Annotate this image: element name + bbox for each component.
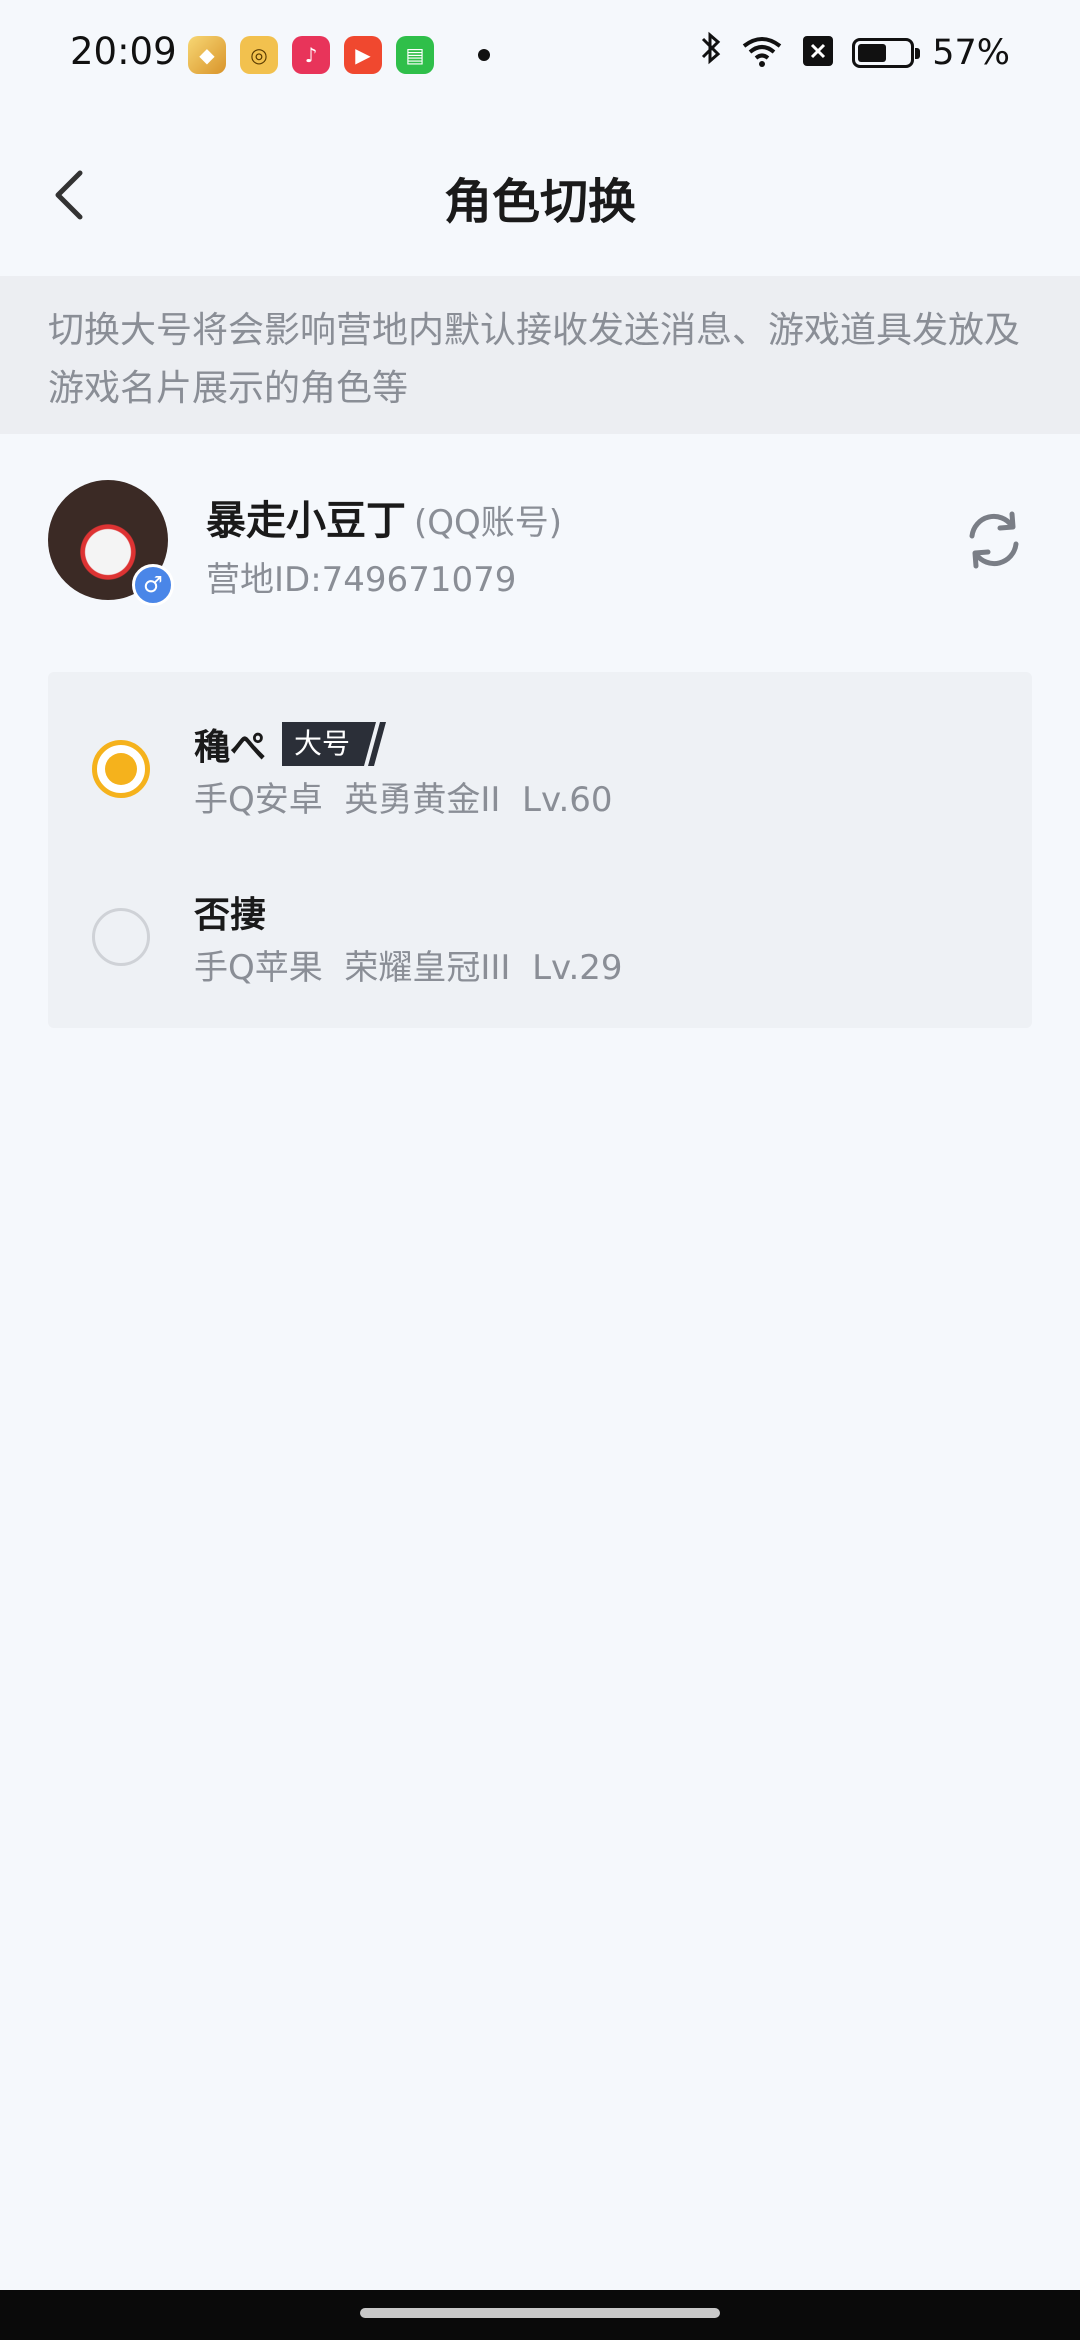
account-type: (QQ账号) <box>414 503 563 543</box>
account-name: 暴走小豆丁 <box>206 498 406 544</box>
more-notifications-dot <box>478 49 490 61</box>
page-title: 角色切换 <box>443 174 636 230</box>
battery-percent: 57% <box>932 32 1010 73</box>
video-app-icon: ▶ <box>344 36 382 74</box>
camp-id: 营地ID:749671079 <box>206 560 517 600</box>
role-name: 穐ぺ <box>194 727 267 768</box>
account-row: ♂ 暴走小豆丁 (QQ账号) 营地ID:749671079 <box>0 470 1080 610</box>
account-name-line: 暴走小豆丁 (QQ账号) <box>206 488 562 546</box>
role-item[interactable]: 否捿 手Q苹果 荣耀皇冠III Lv.29 <box>48 840 1032 1008</box>
status-bar: 20:09 ◆ ◎ ♪ ▶ ▤ 57% <box>0 0 1080 110</box>
refresh-icon <box>969 511 1019 569</box>
role-item[interactable]: 穐ぺ 大号 手Q安卓 英勇黄金II Lv.60 <box>48 672 1032 840</box>
status-time: 20:09 <box>70 30 177 73</box>
bluetooth-icon <box>700 30 722 75</box>
role-name-line: 穐ぺ 大号 <box>194 718 388 770</box>
role-name: 否捿 <box>194 895 267 936</box>
role-info: 手Q苹果 荣耀皇冠III Lv.29 <box>194 948 623 988</box>
role-info: 手Q安卓 英勇黄金II Lv.60 <box>194 780 613 820</box>
headset-app-icon: ◎ <box>240 36 278 74</box>
notice-text: 切换大号将会影响营地内默认接收发送消息、游戏道具发放及游戏名片展示的角色等 <box>48 310 1021 409</box>
badge-label: 大号 <box>282 722 363 766</box>
badge-slash-decoration <box>362 722 387 766</box>
notification-icons: ◆ ◎ ♪ ▶ ▤ <box>188 36 490 74</box>
male-gender-icon: ♂ <box>132 564 174 606</box>
battery-icon <box>852 37 921 68</box>
game-app-icon: ◆ <box>188 36 226 74</box>
switch-account-button[interactable] <box>960 506 1028 574</box>
navigation-bar <box>0 2290 1080 2340</box>
role-name-line: 否捿 <box>194 886 266 938</box>
role-radio[interactable] <box>92 908 150 966</box>
main-role-badge: 大号 <box>282 722 388 766</box>
nav-header: 角色切换 <box>0 130 1080 260</box>
message-app-icon: ▤ <box>396 36 434 74</box>
wifi-icon <box>740 34 784 72</box>
role-radio[interactable] <box>92 740 150 798</box>
status-icons: 57% <box>700 30 1010 75</box>
sim-off-icon <box>802 35 834 71</box>
switch-notice: 切换大号将会影响营地内默认接收发送消息、游戏道具发放及游戏名片展示的角色等 <box>0 276 1080 434</box>
role-list: 穐ぺ 大号 手Q安卓 英勇黄金II Lv.60 否捿 手Q苹果 荣耀皇冠III … <box>48 672 1032 1028</box>
home-indicator[interactable] <box>360 2308 720 2318</box>
music-app-icon: ♪ <box>292 36 330 74</box>
